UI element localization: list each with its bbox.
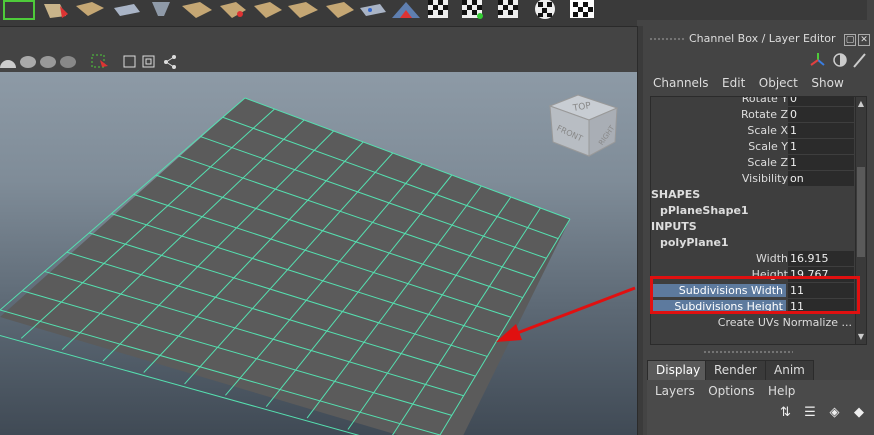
tab-render[interactable]: Render (705, 360, 766, 380)
select-tool-icon[interactable] (44, 4, 68, 18)
menu-options[interactable]: Options (708, 384, 754, 398)
channel-row-rotate-z[interactable]: Rotate Z0 (651, 107, 856, 123)
menu-channels[interactable]: Channels (653, 76, 709, 90)
3d-viewport[interactable]: TOP FRONT RIGHT (0, 72, 637, 435)
light-icon[interactable] (0, 60, 16, 68)
select-highlight-icon[interactable] (91, 54, 108, 68)
layout-icon[interactable] (326, 2, 354, 18)
shape-node-item[interactable]: pPlaneShape1 (651, 203, 856, 219)
channel-row-scale-y[interactable]: Scale Y1 (651, 139, 856, 155)
checker-icon-3[interactable] (498, 0, 518, 18)
cube-icon[interactable] (123, 55, 136, 68)
move-layer-icon[interactable]: ⇅ (777, 404, 795, 422)
channel-box-panel: Channel Box / Layer Editor ▢ ✕ Channels E… (643, 26, 874, 435)
menu-help[interactable]: Help (768, 384, 795, 398)
drag-grip[interactable] (649, 37, 685, 41)
channel-box-menu: Channels Edit Object Show (653, 76, 854, 90)
history-icon[interactable] (833, 53, 847, 67)
tab-display[interactable]: Display (647, 360, 710, 380)
scroll-down-icon[interactable]: ▼ (857, 332, 865, 342)
new-layer-selected-icon[interactable]: ◆ (850, 404, 868, 422)
inputs-section-header: INPUTS (651, 220, 697, 233)
close-window-icon[interactable]: ✕ (858, 34, 870, 46)
sew-icon[interactable] (254, 2, 282, 18)
shelf-icons (3, 0, 594, 20)
channel-row-scale-x[interactable]: Scale X1 (651, 123, 856, 139)
channel-row-visibility[interactable]: Visibility on (651, 171, 856, 187)
viewport-toolbar (0, 52, 637, 72)
unfold-icon[interactable] (360, 4, 386, 16)
tab-anim[interactable]: Anim (765, 360, 814, 380)
layers-stack-icon[interactable]: ☰ (801, 404, 819, 422)
scroll-up-icon[interactable]: ▲ (857, 99, 865, 109)
checker-icon-1[interactable] (428, 0, 448, 18)
annotation-arrow (496, 286, 636, 342)
channel-row-width[interactable]: Width 16.915 (651, 251, 856, 267)
checker-box-icon[interactable] (570, 0, 594, 18)
menu-show[interactable]: Show (811, 76, 843, 90)
checker-icon-2[interactable] (462, 0, 483, 19)
create-uvs-row[interactable]: Create UVs Normalize ... (651, 315, 856, 331)
float-window-icon[interactable]: ▢ (844, 34, 856, 46)
shaded-sphere-icon[interactable] (20, 56, 36, 68)
uv-icon[interactable] (114, 4, 140, 16)
layer-editor-icons: ⇅ ☰ ◈ ◆ (774, 404, 869, 422)
axis-icon[interactable] (810, 53, 825, 66)
shelf-bracket-icon[interactable] (3, 0, 35, 20)
box-icon[interactable] (76, 2, 104, 16)
layer-editor-menu: Layers Options Help (655, 384, 805, 398)
channel-box-icons (810, 51, 870, 69)
channel-row-rotate-y[interactable]: Rotate Y0 (651, 97, 856, 107)
shelf-right-area (637, 0, 874, 27)
triangle-icon[interactable] (392, 2, 420, 18)
fold-icon[interactable] (182, 2, 212, 18)
lasso-icon[interactable] (152, 2, 170, 16)
poly-plane-mesh[interactable] (0, 72, 637, 435)
frame-icon[interactable] (142, 55, 155, 68)
pin-icon[interactable] (853, 53, 866, 68)
menu-edit[interactable]: Edit (722, 76, 745, 90)
layer-editor-body: Layers Options Help ⇅ ☰ ◈ ◆ (647, 380, 874, 435)
plane-face[interactable] (0, 98, 570, 435)
layer-editor-grip[interactable] (703, 350, 793, 354)
checker-sphere-icon[interactable] (535, 0, 555, 19)
share-icon[interactable] (164, 55, 176, 69)
highlight-box (650, 276, 860, 314)
input-node-item[interactable]: polyPlane1 (651, 235, 856, 251)
shelf-toolbar (0, 0, 637, 27)
cut-icon[interactable] (220, 2, 246, 18)
channel-row-scale-z[interactable]: Scale Z1 (651, 155, 856, 171)
move-icon[interactable] (288, 2, 318, 18)
channel-box-title-bar: Channel Box / Layer Editor ▢ ✕ (643, 30, 874, 48)
shapes-section-header: SHAPES (651, 188, 701, 201)
channel-box-title: Channel Box / Layer Editor (689, 32, 836, 45)
view-cube[interactable]: TOP FRONT RIGHT (545, 90, 635, 170)
new-layer-icon[interactable]: ◈ (826, 404, 844, 422)
sphere-icon-3[interactable] (60, 56, 76, 68)
sphere-icon-2[interactable] (40, 56, 56, 68)
scroll-thumb[interactable] (857, 167, 865, 257)
menu-layers[interactable]: Layers (655, 384, 695, 398)
menu-object[interactable]: Object (759, 76, 798, 90)
